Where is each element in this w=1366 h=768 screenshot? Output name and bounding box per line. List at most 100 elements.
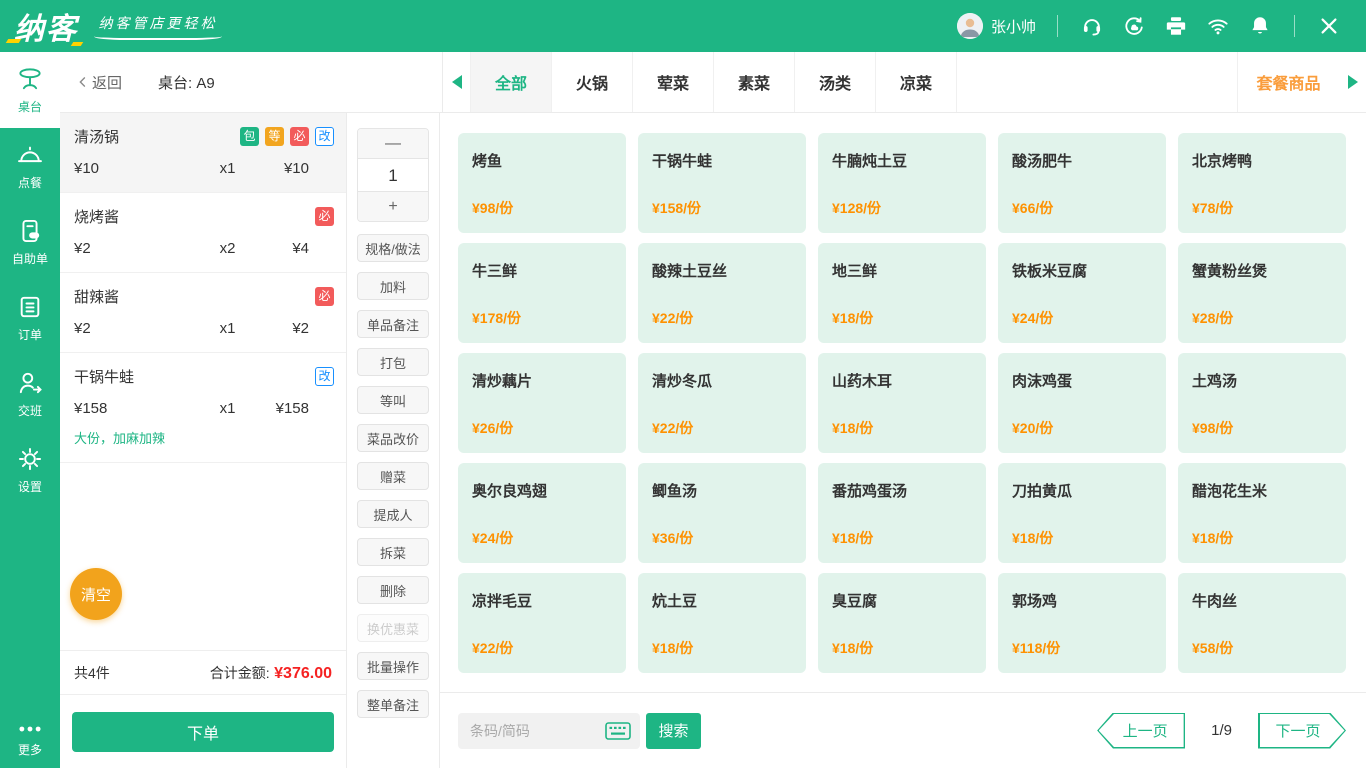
menu-item-card[interactable]: 牛三鲜 ¥178/份: [458, 243, 626, 343]
category-tabs: 全部 火锅 荤菜 素菜 汤类 凉菜: [470, 52, 957, 112]
menu-item-card[interactable]: 番茄鸡蛋汤 ¥18/份: [818, 463, 986, 563]
close-icon[interactable]: [1318, 15, 1340, 37]
menu-item-price: ¥24/份: [472, 530, 514, 546]
sidebar-item-settings[interactable]: 设置: [0, 432, 60, 508]
search-button[interactable]: 搜索: [646, 712, 701, 749]
menu-item-card[interactable]: 牛肉丝 ¥58/份: [1178, 573, 1346, 673]
bell-icon[interactable]: [1249, 15, 1271, 37]
menu-item-name: 山药木耳: [832, 373, 893, 390]
menu-item-card[interactable]: 郭场鸡 ¥118/份: [998, 573, 1166, 673]
qty-plus-button[interactable]: +: [358, 192, 428, 221]
order-item-total: ¥2: [292, 320, 309, 337]
tabs-scroll-left-arrow[interactable]: [443, 52, 470, 112]
sidebar-item-shift[interactable]: 交班: [0, 356, 60, 432]
tab-素菜[interactable]: 素菜: [714, 52, 795, 112]
sidebar-item-more[interactable]: 更多: [0, 723, 60, 758]
order-item[interactable]: 烧烤酱 必 ¥2 x2 ¥4: [60, 193, 346, 273]
action-button-批量操作[interactable]: 批量操作: [357, 652, 429, 680]
menu-item-card[interactable]: 烤鱼 ¥98/份: [458, 133, 626, 233]
menu-item-card[interactable]: 臭豆腐 ¥18/份: [818, 573, 986, 673]
item-count: 共4件: [74, 664, 110, 681]
menu-item-name: 牛肉丝: [1192, 593, 1238, 610]
tab-荤菜[interactable]: 荤菜: [633, 52, 714, 112]
action-button-整单备注[interactable]: 整单备注: [357, 690, 429, 718]
tab-汤类[interactable]: 汤类: [795, 52, 876, 112]
order-item-qty: x1: [219, 400, 236, 417]
order-item-badges: 改: [309, 367, 334, 386]
cloud-sync-icon[interactable]: [1123, 15, 1145, 37]
menu-item-card[interactable]: 蟹黄粉丝煲 ¥28/份: [1178, 243, 1346, 343]
sidebar-item-tables[interactable]: 桌台: [0, 52, 60, 128]
tabs-scroll-right-arrow[interactable]: [1339, 52, 1366, 112]
sidebar-item-self-service[interactable]: 自助单: [0, 204, 60, 280]
menu-item-card[interactable]: 地三鲜 ¥18/份: [818, 243, 986, 343]
keyboard-icon[interactable]: [605, 721, 631, 740]
sidebar-item-ordering[interactable]: 点餐: [0, 128, 60, 204]
menu-item-card[interactable]: 奥尔良鸡翅 ¥24/份: [458, 463, 626, 563]
menu-item-name: 酸辣土豆丝: [652, 263, 728, 280]
menu-item-card[interactable]: 醋泡花生米 ¥18/份: [1178, 463, 1346, 563]
quantity-stepper: — 1 +: [357, 128, 429, 222]
menu-item-card[interactable]: 肉沫鸡蛋 ¥20/份: [998, 353, 1166, 453]
menu-item-card[interactable]: 清炒藕片 ¥26/份: [458, 353, 626, 453]
back-button[interactable]: 返回: [76, 72, 122, 93]
action-button-赠菜[interactable]: 赠菜: [357, 462, 429, 490]
action-button-提成人[interactable]: 提成人: [357, 500, 429, 528]
menu-item-price: ¥22/份: [652, 310, 694, 326]
tab-combo-products[interactable]: 套餐商品: [1237, 52, 1339, 112]
menu-item-card[interactable]: 刀拍黄瓜 ¥18/份: [998, 463, 1166, 563]
triangle-right-icon: [1347, 75, 1358, 89]
action-button-删除[interactable]: 删除: [357, 576, 429, 604]
order-item-name: 甜辣酱: [74, 289, 120, 306]
action-button-菜品改价[interactable]: 菜品改价: [357, 424, 429, 452]
menu-item-card[interactable]: 山药木耳 ¥18/份: [818, 353, 986, 453]
top-strip: 返回 桌台: A9 全部 火锅 荤菜 素菜 汤类 凉菜 套餐商品: [60, 52, 1366, 113]
menu-item-card[interactable]: 铁板米豆腐 ¥24/份: [998, 243, 1166, 343]
menu-item-card[interactable]: 酸辣土豆丝 ¥22/份: [638, 243, 806, 343]
prev-page-button[interactable]: 上一页: [1097, 712, 1186, 749]
submit-order-button[interactable]: 下单: [72, 712, 334, 752]
order-item[interactable]: 凉拌毛豆赠¥22x1¥22: [60, 463, 346, 473]
menu-item-card[interactable]: 土鸡汤 ¥98/份: [1178, 353, 1346, 453]
clear-button[interactable]: 清空: [70, 568, 122, 620]
wifi-icon[interactable]: [1207, 15, 1229, 37]
action-button-规格/做法[interactable]: 规格/做法: [357, 234, 429, 262]
sidebar-item-orders[interactable]: 订单: [0, 280, 60, 356]
order-item-price: ¥158: [74, 400, 108, 417]
badge-等: 等: [265, 127, 284, 146]
qty-minus-button[interactable]: —: [358, 129, 428, 158]
order-panel-header: 返回 桌台: A9: [60, 52, 443, 112]
menu-item-card[interactable]: 牛腩炖土豆 ¥128/份: [818, 133, 986, 233]
tab-全部[interactable]: 全部: [471, 52, 552, 112]
action-button-打包[interactable]: 打包: [357, 348, 429, 376]
next-page-button[interactable]: 下一页: [1258, 712, 1346, 749]
order-item[interactable]: 甜辣酱 必 ¥2 x1 ¥2: [60, 273, 346, 353]
action-button-换优惠菜: 换优惠菜: [357, 614, 429, 642]
chevron-left-icon: [79, 77, 86, 87]
menu-item-card[interactable]: 酸汤肥牛 ¥66/份: [998, 133, 1166, 233]
tab-凉菜[interactable]: 凉菜: [876, 52, 957, 112]
gear-icon: [16, 445, 44, 473]
tab-火锅[interactable]: 火锅: [552, 52, 633, 112]
order-item[interactable]: 清汤锅 包等必改 ¥10 x1 ¥10: [60, 113, 346, 193]
headset-icon[interactable]: [1081, 15, 1103, 37]
order-item[interactable]: 干锅牛蛙 改 ¥158 x1 ¥158 大份，加麻加辣: [60, 353, 346, 463]
menu-item-card[interactable]: 凉拌毛豆 ¥22/份: [458, 573, 626, 673]
action-button-等叫[interactable]: 等叫: [357, 386, 429, 414]
menu-item-card[interactable]: 干锅牛蛙 ¥158/份: [638, 133, 806, 233]
action-button-加料[interactable]: 加料: [357, 272, 429, 300]
back-label: 返回: [92, 74, 123, 92]
badge-包: 包: [240, 127, 259, 146]
action-button-单品备注[interactable]: 单品备注: [357, 310, 429, 338]
action-button-拆菜[interactable]: 拆菜: [357, 538, 429, 566]
menu-item-card[interactable]: 清炒冬瓜 ¥22/份: [638, 353, 806, 453]
menu-item-price: ¥98/份: [472, 200, 514, 216]
tabs-spacer: [957, 52, 1237, 112]
avatar[interactable]: [956, 13, 983, 39]
menu-item-card[interactable]: 炕土豆 ¥18/份: [638, 573, 806, 673]
menu-item-card[interactable]: 鲫鱼汤 ¥36/份: [638, 463, 806, 563]
receipt-icon: [16, 217, 44, 245]
menu-item-name: 鲫鱼汤: [652, 483, 698, 500]
printer-icon[interactable]: [1165, 15, 1187, 37]
menu-item-card[interactable]: 北京烤鸭 ¥78/份: [1178, 133, 1346, 233]
